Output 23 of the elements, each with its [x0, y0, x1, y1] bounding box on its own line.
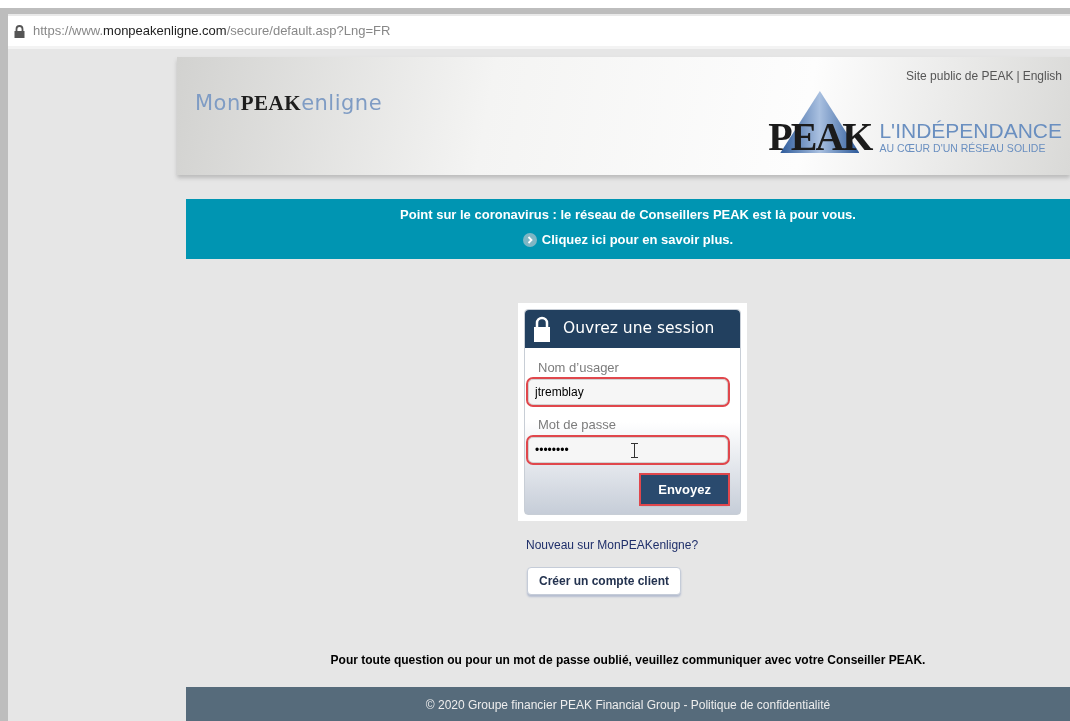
username-field[interactable]: jtremblay	[528, 379, 728, 406]
text-cursor-icon	[631, 442, 638, 458]
link-separator: |	[1016, 68, 1020, 85]
field-label: Mot de passe	[538, 416, 618, 435]
field-label: Nom d’usager	[538, 358, 620, 377]
chevron-icon	[522, 232, 537, 247]
lock-icon	[14, 24, 25, 38]
brand-logo: PEAK	[768, 91, 872, 157]
create-account-button[interactable]: Créer un compte client	[527, 567, 682, 596]
help-text: Pour toute question ou pour un mot de passe oublié, veuillez communiquer avec votre Conseiller PEAK.	[329, 652, 927, 670]
banner-headline: Point sur le coronavirus : le réseau de Conseillers PEAK est là pour vous.	[399, 206, 857, 225]
new-user-prompt: Nouveau sur MonPEAKenligne?	[526, 537, 700, 555]
header-link[interactable]: Site public de PEAK	[906, 67, 1014, 85]
banner-link[interactable]: Cliquez ici pour en savoir plus.	[522, 229, 734, 250]
login-title: Ouvrez une session	[563, 317, 715, 339]
footer-text: © 2020 Groupe financier PEAK Financial Group - Politique de confidentialité	[186, 687, 1070, 721]
padlock-icon	[533, 315, 551, 342]
tagline-subtitle: AU CŒUR D'UN RÉSEAU SOLIDE	[879, 141, 1047, 157]
site-logo[interactable]: MonPEAKenligne	[195, 88, 383, 175]
header-link[interactable]: English	[1022, 67, 1062, 85]
submit-button[interactable]: Envoyez	[641, 474, 728, 505]
password-field[interactable]: ••••••••	[528, 436, 728, 463]
tagline: L'INDÉPENDANCE	[879, 120, 1062, 142]
